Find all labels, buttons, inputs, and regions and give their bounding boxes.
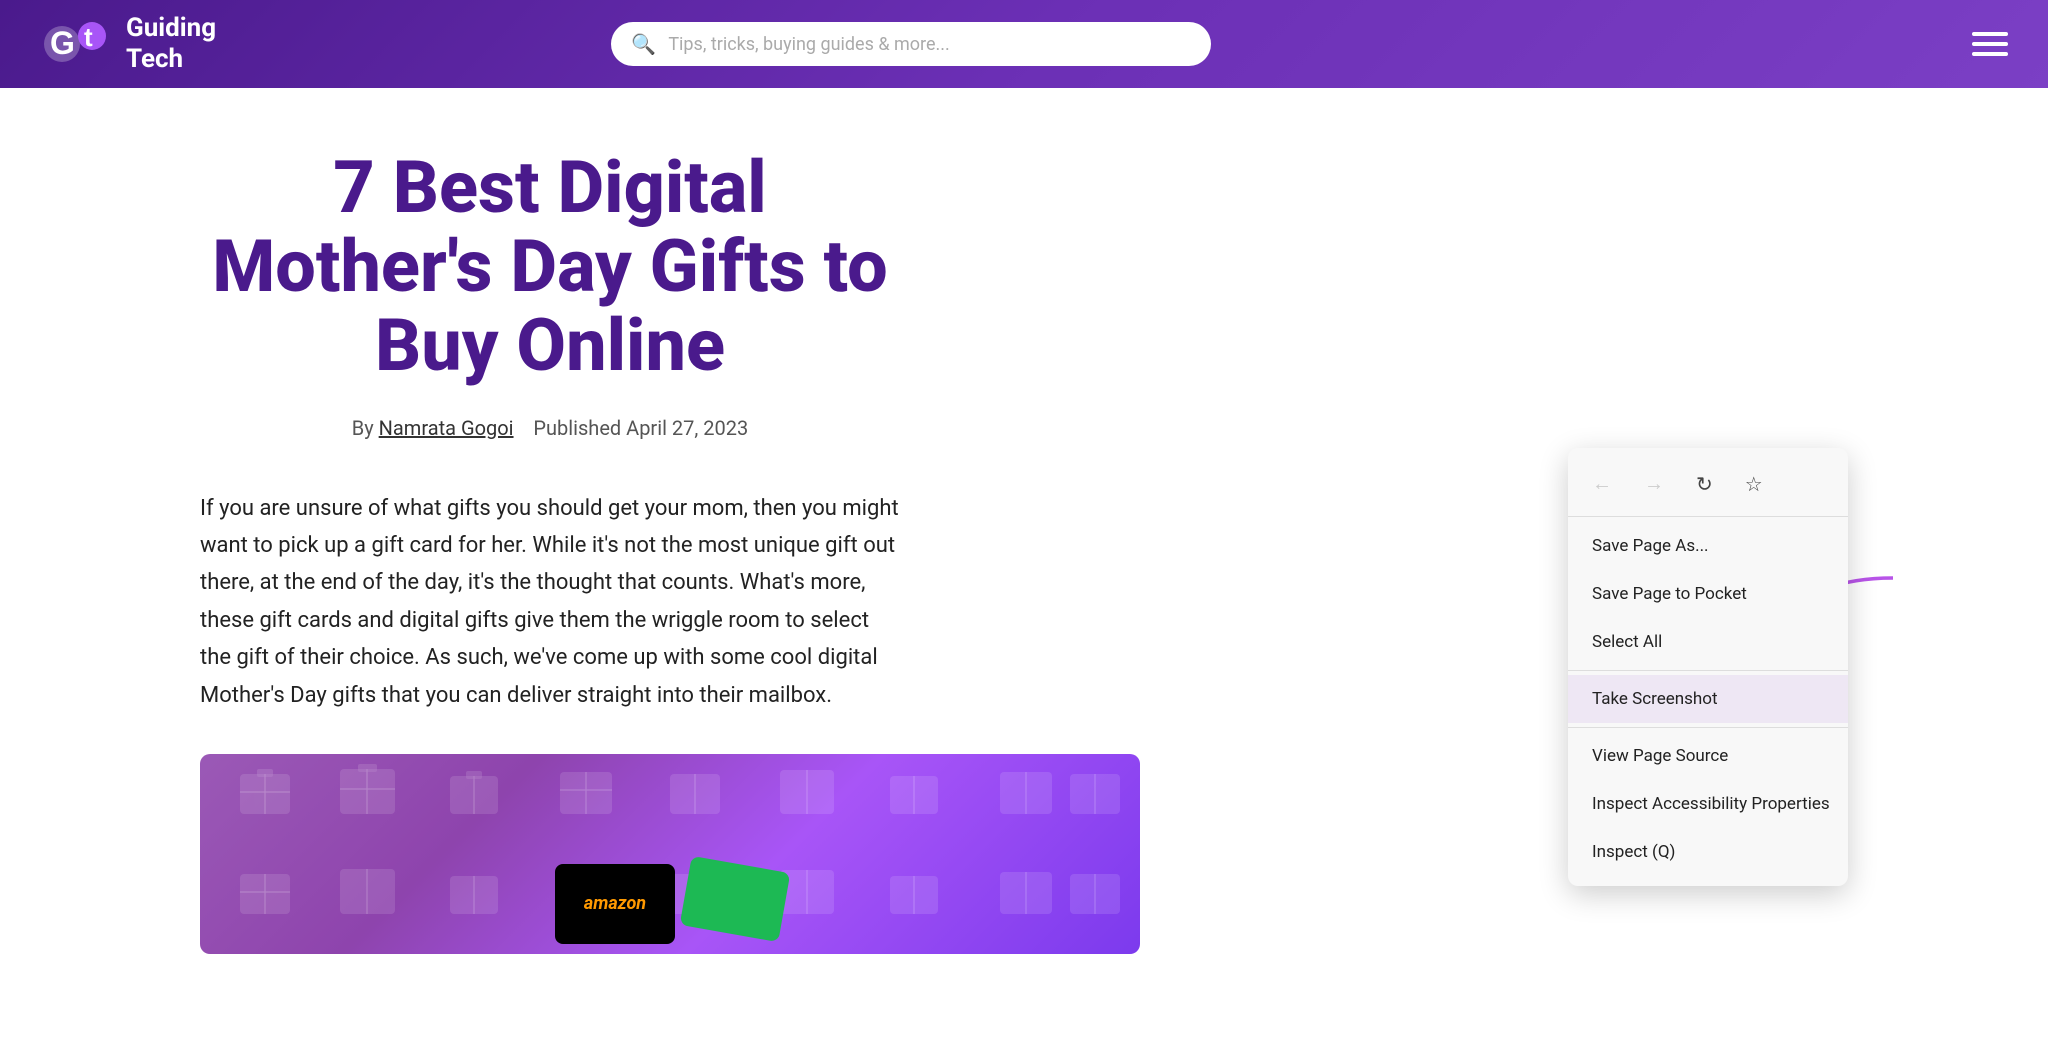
logo-area: G t Guiding Tech <box>40 13 216 75</box>
article-body-text: If you are unsure of what gifts you shou… <box>200 490 900 714</box>
article-title: 7 Best Digital Mother's Day Gifts to Buy… <box>200 148 900 386</box>
context-menu-back-button[interactable]: ← <box>1588 469 1616 500</box>
amazon-card: amazon <box>555 864 675 944</box>
context-menu-reload-button[interactable]: ↻ <box>1692 468 1717 501</box>
svg-text:t: t <box>84 22 93 52</box>
context-menu-item-take-screenshot[interactable]: Take Screenshot <box>1568 675 1848 723</box>
context-menu: ← → ↻ ☆ Save Page As... Save Page to Poc… <box>1568 448 1848 886</box>
site-logo-icon: G t <box>40 14 112 74</box>
site-header: G t Guiding Tech 🔍 Tips, tricks, buying … <box>0 0 2048 88</box>
published-date: Published April 27, 2023 <box>533 416 748 440</box>
context-menu-item-save-pocket[interactable]: Save Page to Pocket <box>1568 570 1848 618</box>
hamburger-menu-button[interactable] <box>1972 32 2008 56</box>
article-hero-image: amazon <box>200 754 1140 954</box>
search-icon: 🔍 <box>631 32 656 56</box>
context-menu-item-save-page-as[interactable]: Save Page As... <box>1568 522 1848 570</box>
search-bar[interactable]: 🔍 Tips, tricks, buying guides & more... <box>611 22 1211 66</box>
context-menu-nav-row: ← → ↻ ☆ <box>1568 458 1848 517</box>
site-logo-text: Guiding Tech <box>126 13 216 75</box>
meta-prefix: By <box>352 416 374 440</box>
context-menu-item-inspect[interactable]: Inspect (Q) <box>1568 828 1848 876</box>
svg-text:G: G <box>50 25 75 61</box>
context-menu-divider-1 <box>1568 670 1848 671</box>
image-cards: amazon <box>555 864 785 944</box>
context-menu-item-view-source[interactable]: View Page Source <box>1568 732 1848 780</box>
spotify-card <box>680 856 791 942</box>
author-link[interactable]: Namrata Gogoi <box>379 416 514 440</box>
context-menu-item-select-all[interactable]: Select All <box>1568 618 1848 666</box>
article-meta: By Namrata Gogoi Published April 27, 202… <box>200 416 900 440</box>
context-menu-item-inspect-accessibility[interactable]: Inspect Accessibility Properties <box>1568 780 1848 828</box>
context-menu-bookmark-button[interactable]: ☆ <box>1741 468 1767 501</box>
context-menu-divider-2 <box>1568 727 1848 728</box>
search-placeholder-text: Tips, tricks, buying guides & more... <box>668 34 949 55</box>
article-main: 7 Best Digital Mother's Day Gifts to Buy… <box>0 88 2048 994</box>
context-menu-forward-button[interactable]: → <box>1640 469 1668 500</box>
